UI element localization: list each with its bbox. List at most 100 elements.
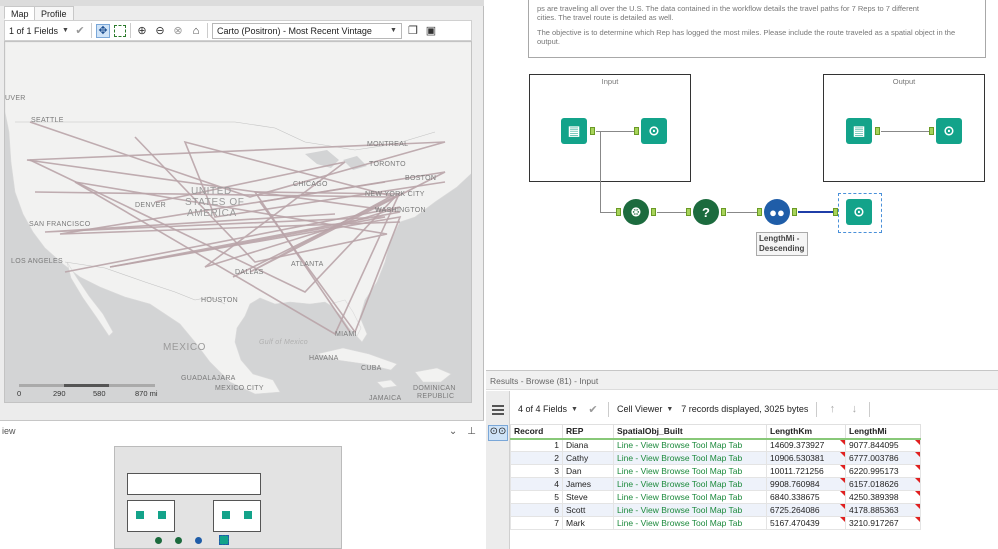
table-row[interactable]: 6 Scott Line - View Browse Tool Map Tab 672… xyxy=(510,503,921,517)
table-cell-spatial[interactable]: Line - View Browse Tool Map Tab xyxy=(613,490,767,504)
zoom-to-selection-icon[interactable]: ⊗ xyxy=(171,24,185,38)
table-cell-record[interactable]: 7 xyxy=(510,516,563,530)
input-anchor[interactable] xyxy=(929,127,934,135)
select-rectangle-icon[interactable] xyxy=(113,24,126,37)
map-label: UVER xyxy=(5,95,26,102)
table-cell-km[interactable]: 14609.373927 xyxy=(766,438,846,452)
input-anchor[interactable] xyxy=(616,208,621,216)
table-row[interactable]: 5 Steve Line - View Browse Tool Map Tab 684… xyxy=(510,490,921,504)
column-header[interactable]: SpatialObj_Built xyxy=(613,424,767,440)
table-row[interactable]: 3 Dan Line - View Browse Tool Map Tab 10011… xyxy=(510,464,921,478)
toolbar-divider xyxy=(869,401,871,417)
table-row[interactable]: 1 Diana Line - View Browse Tool Map Tab 146… xyxy=(510,438,921,452)
table-cell-rep[interactable]: Steve xyxy=(562,490,614,504)
input-data-tool[interactable]: ▤ xyxy=(846,118,872,144)
table-cell-km[interactable]: 9908.760984 xyxy=(766,477,846,491)
fields-dropdown[interactable]: 1 of 1 Fields ▼ xyxy=(9,26,69,36)
table-cell-rep[interactable]: Cathy xyxy=(562,451,614,465)
browse-tool[interactable]: ⊙ xyxy=(936,118,962,144)
output-anchor[interactable] xyxy=(590,127,595,135)
scale-bar-segment xyxy=(19,384,64,387)
input-anchor[interactable] xyxy=(757,208,762,216)
table-cell-km[interactable]: 6840.338675 xyxy=(766,490,846,504)
copy-icon[interactable]: ❐ xyxy=(406,24,420,38)
input-anchor[interactable] xyxy=(686,208,691,216)
pan-icon[interactable]: ✥ xyxy=(95,23,110,38)
output-anchor[interactable] xyxy=(792,208,797,216)
table-cell-spatial[interactable]: Line - View Browse Tool Map Tab xyxy=(613,451,767,465)
table-row[interactable]: 7 Mark Line - View Browse Tool Map Tab 5167… xyxy=(510,516,921,530)
table-cell-record[interactable]: 4 xyxy=(510,477,563,491)
table-cell-mi[interactable]: 6157.018626 xyxy=(845,477,921,491)
table-cell-mi[interactable]: 6777.003786 xyxy=(845,451,921,465)
arrow-up-icon[interactable]: ↑ xyxy=(825,402,839,416)
map-view[interactable]: UVER SEATTLE MONTREAL TORONTO BOSTON CHI… xyxy=(4,41,472,403)
results-fields-label: 4 of 4 Fields xyxy=(518,404,568,414)
table-cell-mi[interactable]: 6220.995173 xyxy=(845,464,921,478)
checkmark-icon[interactable]: ✔ xyxy=(586,402,600,416)
table-cell-km[interactable]: 10011.721256 xyxy=(766,464,846,478)
pin-icon[interactable]: ⊥ xyxy=(467,426,476,437)
table-row[interactable]: 4 James Line - View Browse Tool Map Tab 990… xyxy=(510,477,921,491)
map-canvas[interactable]: UVER SEATTLE MONTREAL TORONTO BOSTON CHI… xyxy=(5,42,472,403)
spatial-process-tool[interactable]: ⊛ xyxy=(623,199,649,225)
spatial-tool-icon xyxy=(155,537,162,544)
table-cell-rep[interactable]: Mark xyxy=(562,516,614,530)
table-cell-record[interactable]: 6 xyxy=(510,503,563,517)
basemap-dropdown[interactable]: Carto (Positron) - Most Recent Vintage ▼ xyxy=(211,22,402,39)
sort-tool[interactable]: ●● xyxy=(764,199,790,225)
save-icon[interactable]: ▣ xyxy=(424,24,438,38)
table-cell-mi[interactable]: 9077.844095 xyxy=(845,438,921,452)
table-cell-rep[interactable]: Dan xyxy=(562,464,614,478)
list-icon[interactable] xyxy=(492,405,504,419)
chevron-down-icon[interactable]: ⌄ xyxy=(449,426,457,437)
table-cell-rep[interactable]: James xyxy=(562,477,614,491)
checkmark-icon[interactable]: ✔ xyxy=(73,24,87,38)
overview-canvas[interactable] xyxy=(114,446,342,549)
column-header[interactable]: LengthMi xyxy=(845,424,921,440)
arrow-down-icon[interactable]: ↓ xyxy=(847,402,861,416)
comment-box[interactable]: ps are traveling all over the U.S. The d… xyxy=(528,0,986,58)
table-cell-record[interactable]: 2 xyxy=(510,451,563,465)
map-label: DOMINICAN xyxy=(413,385,456,392)
binoculars-icon[interactable]: ⊙⊙ xyxy=(488,425,508,441)
browse-tool-selected[interactable]: ⊙ xyxy=(846,199,872,225)
output-anchor[interactable] xyxy=(721,208,726,216)
table-cell-spatial[interactable]: Line - View Browse Tool Map Tab xyxy=(613,464,767,478)
input-anchor[interactable] xyxy=(634,127,639,135)
table-cell-km[interactable]: 5167.470439 xyxy=(766,516,846,530)
zoom-out-icon[interactable]: ⊖ xyxy=(153,24,167,38)
home-icon[interactable]: ⌂ xyxy=(189,24,203,38)
column-header[interactable]: LengthKm xyxy=(766,424,846,440)
column-header[interactable]: Record xyxy=(510,424,563,440)
output-anchor[interactable] xyxy=(651,208,656,216)
table-cell-record[interactable]: 1 xyxy=(510,438,563,452)
table-cell-rep[interactable]: Diana xyxy=(562,438,614,452)
results-fields-dropdown[interactable]: 4 of 4 Fields ▼ xyxy=(518,404,578,414)
table-cell-spatial[interactable]: Line - View Browse Tool Map Tab xyxy=(613,438,767,452)
output-anchor[interactable] xyxy=(875,127,880,135)
table-cell-km[interactable]: 6725.264086 xyxy=(766,503,846,517)
records-summary: 7 records displayed, 3025 bytes xyxy=(681,404,809,414)
zoom-in-icon[interactable]: ⊕ xyxy=(135,24,149,38)
formula-tool[interactable]: ? xyxy=(693,199,719,225)
table-cell-mi[interactable]: 3210.917267 xyxy=(845,516,921,530)
table-cell-rep[interactable]: Scott xyxy=(562,503,614,517)
map-label: AMERICA xyxy=(187,208,237,219)
table-cell-mi[interactable]: 4250.389398 xyxy=(845,490,921,504)
table-cell-record[interactable]: 3 xyxy=(510,464,563,478)
browse-tool[interactable]: ⊙ xyxy=(641,118,667,144)
map-label: DALLAS xyxy=(235,269,264,276)
column-header[interactable]: REP xyxy=(562,424,614,440)
tab-profile[interactable]: Profile xyxy=(34,6,74,20)
tab-map[interactable]: Map xyxy=(4,6,36,20)
table-cell-km[interactable]: 10906.530381 xyxy=(766,451,846,465)
table-cell-spatial[interactable]: Line - View Browse Tool Map Tab xyxy=(613,477,767,491)
cell-viewer-dropdown[interactable]: Cell Viewer ▼ xyxy=(617,404,673,414)
table-cell-record[interactable]: 5 xyxy=(510,490,563,504)
table-cell-spatial[interactable]: Line - View Browse Tool Map Tab xyxy=(613,516,767,530)
table-cell-spatial[interactable]: Line - View Browse Tool Map Tab xyxy=(613,503,767,517)
table-cell-mi[interactable]: 4178.885363 xyxy=(845,503,921,517)
table-row[interactable]: 2 Cathy Line - View Browse Tool Map Tab 109… xyxy=(510,451,921,465)
input-data-tool[interactable]: ▤ xyxy=(561,118,587,144)
